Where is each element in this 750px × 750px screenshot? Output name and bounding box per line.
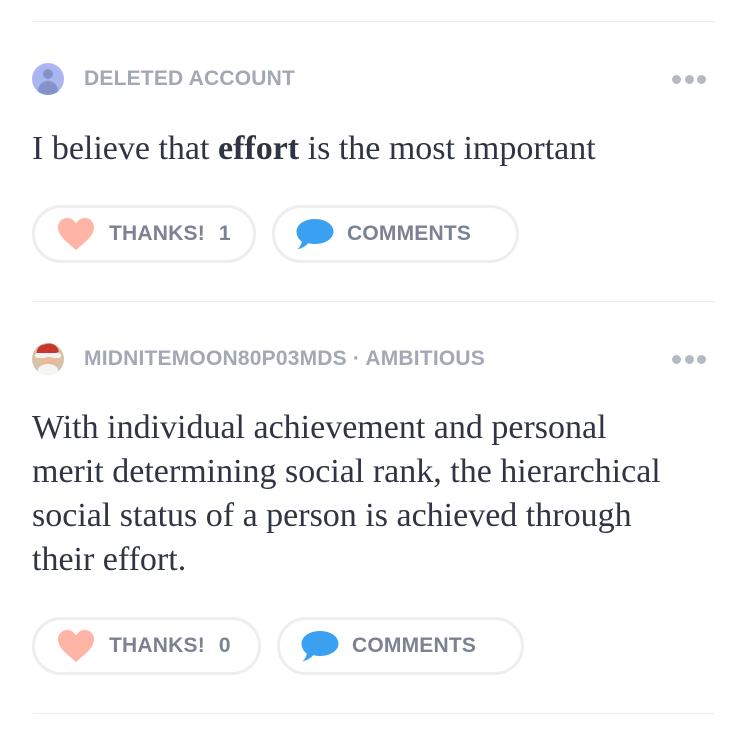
answer-text-part: I believe that bbox=[32, 130, 218, 167]
dot bbox=[672, 74, 681, 84]
answer-divider bbox=[33, 301, 715, 302]
comments-button[interactable]: COMMENTS bbox=[272, 205, 519, 263]
thanks-label: THANKS! bbox=[109, 634, 205, 657]
speech-bubble-icon bbox=[300, 629, 340, 663]
dot bbox=[684, 74, 694, 84]
comments-label: COMMENTS bbox=[352, 634, 477, 657]
avatar[interactable] bbox=[32, 343, 64, 375]
answer-text-part: is the most important bbox=[299, 130, 596, 167]
dot bbox=[697, 354, 706, 364]
heart-icon bbox=[57, 629, 95, 663]
answer-author[interactable]: DELETED ACCOUNT bbox=[32, 62, 295, 96]
avatar-beard-shape bbox=[38, 364, 58, 375]
answer-author[interactable]: MIDNITEMOON80P03MDS · AMBITIOUS bbox=[32, 342, 485, 376]
thanks-label: THANKS! bbox=[109, 222, 205, 245]
top-divider bbox=[33, 21, 715, 22]
thanks-count: 0 bbox=[218, 634, 231, 657]
dot bbox=[684, 354, 694, 364]
dot bbox=[697, 74, 706, 84]
comments-button[interactable]: COMMENTS bbox=[277, 617, 524, 675]
thanks-count: 1 bbox=[218, 222, 231, 245]
answer-text: With individual achievement and personal… bbox=[32, 409, 661, 578]
answer-text: I believe that effort is the most import… bbox=[32, 127, 682, 171]
comments-label: COMMENTS bbox=[347, 222, 472, 245]
thanks-button[interactable]: THANKS! 1 bbox=[32, 205, 256, 263]
author-name[interactable]: DELETED ACCOUNT bbox=[84, 67, 295, 91]
thanks-button[interactable]: THANKS! 0 bbox=[32, 617, 261, 675]
avatar[interactable] bbox=[32, 63, 64, 95]
dot bbox=[672, 354, 681, 364]
answer-text-bold: effort bbox=[217, 130, 300, 167]
heart-icon bbox=[57, 217, 95, 251]
avatar-body-shape bbox=[38, 81, 58, 95]
author-name[interactable]: MIDNITEMOON80P03MDS · AMBITIOUS bbox=[84, 347, 485, 371]
bottom-divider bbox=[33, 713, 715, 714]
speech-bubble-icon bbox=[295, 217, 335, 251]
avatar-head-shape bbox=[43, 69, 53, 79]
more-options-icon[interactable] bbox=[672, 354, 706, 364]
more-options-icon[interactable] bbox=[672, 74, 706, 84]
